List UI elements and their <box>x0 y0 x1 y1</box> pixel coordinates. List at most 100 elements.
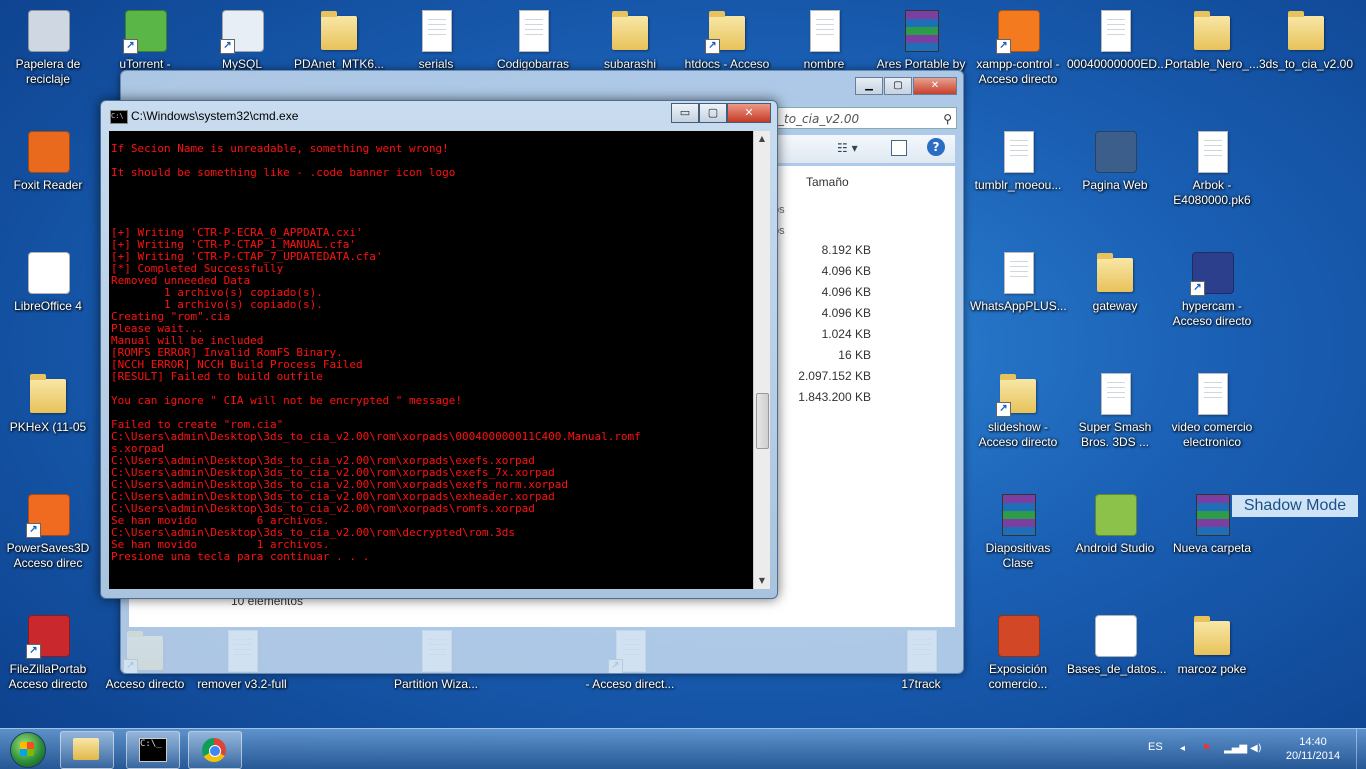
desktop-icon[interactable]: tumblr_moeou... <box>970 127 1066 193</box>
desktop-icon[interactable]: marcoz poke <box>1164 611 1260 677</box>
taskbar-cmd-button[interactable]: C:\_ <box>126 731 180 769</box>
desktop-icon[interactable]: 00040000000ED... <box>1067 6 1167 72</box>
desktop-icon-label: slideshow - Acceso directo <box>978 420 1058 449</box>
taskbar-chrome-button[interactable] <box>188 731 242 769</box>
desktop-icon[interactable]: Portable_Nero_... <box>1164 6 1260 72</box>
desktop-icon-label: remover v3.2-full <box>197 677 287 691</box>
taskbar-explorer-button[interactable] <box>60 731 114 769</box>
tray-expand-icon[interactable]: ◂ <box>1180 743 1192 755</box>
console-line: It should be something like - .code bann… <box>111 166 456 179</box>
desktop-icon[interactable]: Foxit Reader <box>0 127 96 193</box>
desktop-icon[interactable]: video comercio electronico <box>1164 369 1260 450</box>
console-line: You can ignore " CIA will not be encrypt… <box>111 394 462 407</box>
start-button[interactable] <box>4 730 54 768</box>
text-file-icon <box>1091 369 1139 417</box>
folder-icon <box>24 369 72 417</box>
text-file-icon <box>1188 369 1236 417</box>
desktop-icon[interactable]: serials <box>388 6 484 72</box>
explorer-minimize-button[interactable]: ▁ <box>855 77 883 95</box>
desktop-icon-label: xampp-control - Acceso directo <box>976 57 1060 86</box>
desktop-icon[interactable]: ↗ htdocs - Acceso <box>679 6 775 72</box>
desktop-icon-label: Android Studio <box>1075 541 1155 555</box>
desktop-icon[interactable]: Android Studio <box>1067 490 1163 556</box>
desktop-icon[interactable]: Exposición comercio... <box>970 611 1066 692</box>
action-center-flag-icon[interactable]: ⚑ <box>1202 743 1214 755</box>
desktop-icon-label: Portable_Nero_... <box>1164 57 1260 71</box>
scroll-down-arrow-icon[interactable]: ▼ <box>754 573 770 589</box>
shortcut-arrow-icon: ↗ <box>123 39 138 54</box>
close-button[interactable]: ✕ <box>727 103 771 123</box>
desktop-icon[interactable]: ↗ PowerSaves3D Acceso direc <box>0 490 96 571</box>
desktop-icon[interactable]: Ares Portable by <box>873 6 969 72</box>
console-output[interactable]: If Secion Name is unreadable, something … <box>109 131 753 589</box>
size-column-header[interactable]: Tamaño <box>806 175 849 189</box>
show-desktop-button[interactable] <box>1356 729 1366 769</box>
console-scrollbar[interactable]: ▲ ▼ <box>753 131 770 589</box>
recycle-bin-icon <box>24 6 72 54</box>
desktop-icon[interactable]: ↗ MySQL <box>194 6 290 72</box>
folder-icon <box>1188 6 1236 54</box>
windows-logo-icon <box>10 732 46 768</box>
network-signal-icon[interactable]: ▂▄▆ <box>1224 743 1247 755</box>
desktop-icon-label: marcoz poke <box>1177 662 1247 676</box>
hypercam-icon: ↗ <box>1188 248 1236 296</box>
desktop-icon-label: FileZillaPortab Acceso directo <box>8 662 88 691</box>
desktop-icon[interactable]: Pagina Web <box>1067 127 1163 193</box>
console-line: Presione una tecla para continuar . . . <box>111 550 370 563</box>
desktop-icon-label: PKHeX (11-05 <box>9 420 87 434</box>
language-indicator[interactable]: ES <box>1148 741 1163 753</box>
desktop-icon-label: video comercio electronico <box>1171 420 1253 449</box>
desktop-icon[interactable]: gateway <box>1067 248 1163 314</box>
help-icon[interactable]: ? <box>927 138 945 156</box>
window-title: C:\Windows\system32\cmd.exe <box>131 109 299 123</box>
explorer-close-button[interactable]: ✕ <box>913 77 957 95</box>
desktop-icon[interactable]: Super Smash Bros. 3DS ... <box>1067 369 1163 450</box>
console-line: Creating "rom".cia <box>111 310 231 323</box>
desktop-icon[interactable]: PKHeX (11-05 <box>0 369 96 435</box>
desktop-icon[interactable]: ↗ slideshow - Acceso directo <box>970 369 1066 450</box>
desktop-icon[interactable]: Arbok - E4080000.pk6 <box>1164 127 1260 208</box>
scroll-up-arrow-icon[interactable]: ▲ <box>754 131 770 147</box>
desktop-icon[interactable]: ↗ hypercam - Acceso directo <box>1164 248 1260 329</box>
desktop-icon[interactable]: Codigobarras <box>485 6 581 72</box>
desktop-icon-label: Papelera de reciclaje <box>15 57 81 86</box>
search-icon[interactable]: ⚲ <box>943 108 952 130</box>
cmd-window[interactable]: C:\ C:\Windows\system32\cmd.exe ▭ ▢ ✕ If S… <box>100 100 778 599</box>
explorer-maximize-button[interactable]: ▢ <box>884 77 912 95</box>
desktop-icon[interactable]: Papelera de reciclaje <box>0 6 96 87</box>
text-file-icon <box>800 6 848 54</box>
view-options-icon[interactable]: ☷ ▾ <box>837 141 858 155</box>
shortcut-arrow-icon: ↗ <box>26 523 41 538</box>
file-icon <box>994 248 1042 296</box>
desktop-icon-label: Bases_de_datos... <box>1067 662 1167 676</box>
xampp-icon: ↗ <box>994 6 1042 54</box>
desktop-icon[interactable]: PDAnet_MTK6... <box>291 6 387 72</box>
desktop-icon[interactable]: ↗ uTorrent - <box>97 6 193 72</box>
desktop-icon[interactable]: WhatsAppPLUS... <box>970 248 1067 314</box>
folder-shortcut-icon: ↗ <box>703 6 751 54</box>
scrollbar-thumb[interactable] <box>756 393 769 449</box>
console-line: C:\Users\admin\Desktop\3ds_to_cia_v2.00\… <box>111 430 641 443</box>
volume-icon[interactable]: ◀) <box>1250 743 1262 755</box>
clock[interactable]: 14:40 20/11/2014 <box>1278 735 1348 763</box>
desktop-icon-label: WhatsAppPLUS... <box>970 299 1067 313</box>
desktop-icon[interactable]: nombre <box>776 6 872 72</box>
desktop-icon[interactable]: Bases_de_datos... <box>1067 611 1167 677</box>
shortcut-arrow-icon: ↗ <box>705 39 720 54</box>
desktop-icon[interactable]: Diapositivas Clase <box>970 490 1066 571</box>
minimize-button[interactable]: ▭ <box>671 103 699 123</box>
foxit-icon <box>24 127 72 175</box>
desktop-icon[interactable]: subarashi <box>582 6 678 72</box>
desktop-icon-label: Super Smash Bros. 3DS ... <box>1078 420 1152 449</box>
desktop-icon[interactable]: ↗ xampp-control - Acceso directo <box>970 6 1066 87</box>
desktop-icon[interactable]: ↗ FileZillaPortab Acceso directo <box>0 611 96 692</box>
folder-shortcut-icon: ↗ <box>994 369 1042 417</box>
powerpoint-icon <box>994 611 1042 659</box>
explorer-address-bar[interactable]: _to_cia_v2.00 ⚲ <box>771 107 957 129</box>
desktop-icon-label: tumblr_moeou... <box>974 178 1062 192</box>
maximize-button[interactable]: ▢ <box>699 103 727 123</box>
preview-pane-icon[interactable] <box>891 140 907 156</box>
desktop-icon[interactable]: 3ds_to_cia_v2.00 <box>1258 6 1354 72</box>
desktop-icon[interactable]: LibreOffice 4 <box>0 248 96 314</box>
